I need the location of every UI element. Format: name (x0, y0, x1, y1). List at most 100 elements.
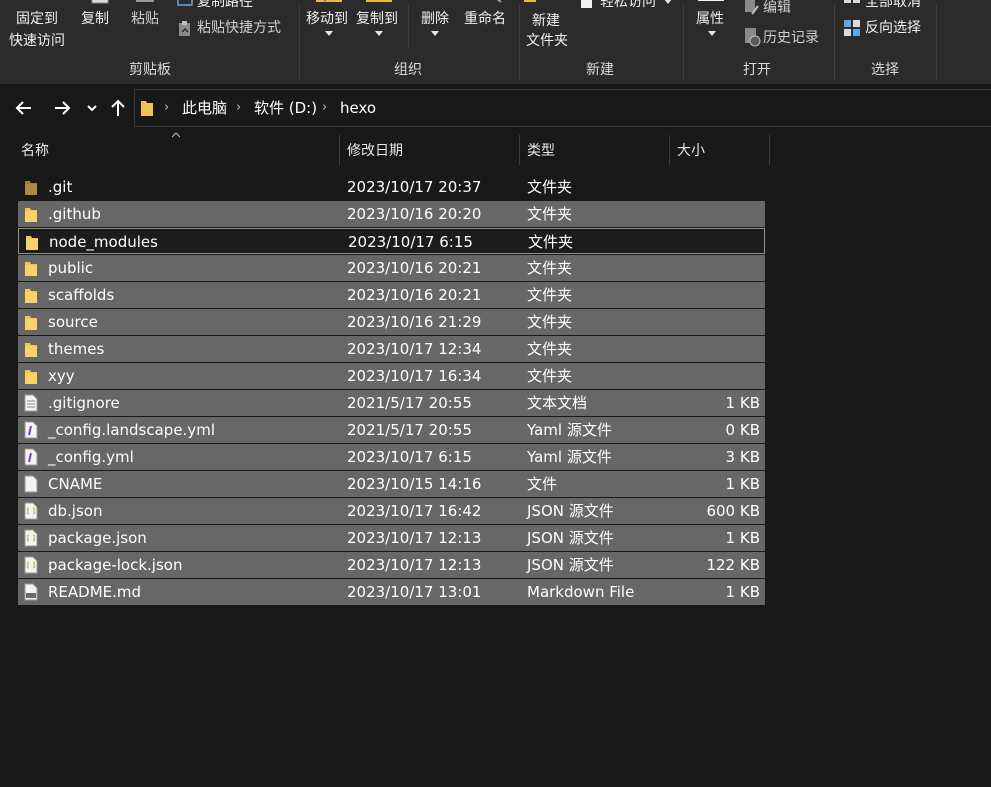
file-name: source (48, 313, 98, 331)
file-type: JSON 源文件 (527, 556, 614, 574)
text-file-icon (23, 394, 39, 412)
column-divider[interactable] (669, 135, 670, 165)
file-row[interactable]: scaffolds 2023/10/16 20:21 文件夹 (18, 282, 765, 308)
file-date: 2023/10/16 20:21 (347, 286, 482, 304)
delete-chevron-down-icon[interactable] (431, 31, 439, 36)
file-row[interactable]: README.md 2023/10/17 13:01 Markdown File 1 … (18, 579, 765, 605)
delete-button[interactable]: 删除 (421, 8, 449, 30)
file-name: themes (48, 340, 105, 358)
file-row[interactable]: _config.landscape.yml 2021/5/17 20:55 Yaml… (18, 417, 765, 443)
properties-chevron-down-icon[interactable] (708, 31, 716, 36)
paste-icon (134, 0, 158, 4)
back-button[interactable] (12, 94, 36, 122)
file-type: 文件夹 (527, 178, 573, 196)
copy-to-button[interactable]: 复制到 (356, 8, 398, 30)
file-type: JSON 源文件 (527, 502, 614, 520)
edit-button[interactable]: 编辑 (763, 0, 791, 19)
breadcrumb-drive-d[interactable]: 软件 (D:) (254, 98, 317, 118)
column-divider[interactable] (339, 135, 340, 165)
file-row[interactable]: CNAME 2023/10/15 14:16 文件 1 KB (18, 471, 765, 497)
forward-button[interactable] (50, 94, 74, 122)
file-name: scaffolds (48, 286, 115, 304)
json-file-icon (23, 502, 39, 520)
invert-selection-button[interactable]: 反向选择 (865, 17, 921, 39)
properties-button[interactable]: 属性 (696, 8, 724, 30)
new-group-label: 新建 (586, 62, 614, 78)
file-row[interactable]: .git 2023/10/17 20:37 文件夹 (18, 174, 765, 200)
folder-icon (23, 340, 39, 358)
file-row[interactable]: public 2023/10/16 20:21 文件夹 (18, 255, 765, 281)
history-button[interactable]: 历史记录 (763, 27, 819, 49)
recent-locations-button[interactable] (82, 94, 102, 122)
arrow-left-icon (15, 101, 31, 115)
file-row[interactable]: .github 2023/10/16 20:20 文件夹 (18, 201, 765, 227)
select-none-button[interactable]: 全部取消 (865, 0, 921, 13)
column-header-date[interactable]: 修改日期 (347, 141, 403, 161)
edit-icon (743, 0, 759, 16)
copy-icon (90, 0, 112, 4)
easy-access-icon (580, 0, 594, 10)
rename-button[interactable]: 重命名 (464, 8, 506, 30)
file-date: 2023/10/16 20:21 (347, 259, 482, 277)
easy-access-chevron-down-icon[interactable] (664, 0, 672, 4)
column-divider[interactable] (769, 135, 770, 165)
file-row[interactable]: db.json 2023/10/17 16:42 JSON 源文件 600 KB (18, 498, 765, 524)
file-row[interactable]: node_modules 2023/10/17 6:15 文件夹 (18, 228, 765, 254)
copy-to-chevron-down-icon[interactable] (375, 31, 383, 36)
file-row[interactable]: .gitignore 2021/5/17 20:55 文本文档 1 KB (18, 390, 765, 416)
move-to-button[interactable]: 移动到 (306, 8, 348, 30)
new-folder-button-line2[interactable]: 文件夹 (526, 30, 568, 52)
file-row[interactable]: _config.yml 2023/10/17 6:15 Yaml 源文件 3 KB (18, 444, 765, 470)
file-row[interactable]: package-lock.json 2023/10/17 12:13 JSON 源文… (18, 552, 765, 578)
paste-button[interactable]: 粘贴 (131, 8, 159, 30)
yaml-file-icon (23, 448, 39, 466)
move-to-chevron-down-icon[interactable] (325, 31, 333, 36)
history-icon (743, 27, 761, 47)
group-divider (408, 4, 409, 49)
column-header-type[interactable]: 类型 (527, 141, 555, 161)
pin-to-quick-access-button[interactable]: 固定到 (16, 8, 58, 30)
column-header-size[interactable]: 大小 (677, 141, 705, 161)
json-file-icon (23, 556, 39, 574)
column-divider[interactable] (519, 135, 520, 165)
file-type: JSON 源文件 (527, 529, 614, 547)
pin-to-quick-access-button-line2[interactable]: 快速访问 (9, 30, 65, 52)
file-name: .github (48, 205, 101, 223)
file-size: 122 KB (706, 556, 760, 574)
copy-path-button[interactable]: 复制路径 (197, 0, 253, 13)
breadcrumb-this-pc[interactable]: 此电脑 (182, 98, 227, 118)
file-date: 2023/10/17 20:37 (347, 178, 482, 196)
file-name: .git (48, 178, 73, 196)
folder-icon (23, 367, 39, 385)
file-row[interactable]: source 2023/10/16 21:29 文件夹 (18, 309, 765, 335)
file-type: 文件夹 (527, 313, 573, 331)
column-header-name[interactable]: 名称 (21, 141, 49, 161)
new-folder-button[interactable]: 新建 (532, 10, 560, 32)
folder-icon (24, 233, 40, 251)
file-name: package-lock.json (48, 556, 183, 574)
invert-selection-icon (844, 20, 862, 38)
file-row[interactable]: xyy 2023/10/17 16:34 文件夹 (18, 363, 765, 389)
properties-icon (698, 0, 726, 4)
easy-access-button[interactable]: 轻松访问 (600, 0, 656, 13)
folder-dim-icon (23, 178, 39, 196)
pin-label-line2: 快速访问 (9, 33, 65, 49)
file-date: 2023/10/16 21:29 (347, 313, 482, 331)
paste-shortcut-button[interactable]: 粘贴快捷方式 (197, 17, 281, 39)
arrow-right-icon (55, 101, 71, 115)
clipboard-group-label: 剪贴板 (129, 62, 171, 78)
file-type: Markdown File (527, 583, 635, 601)
folder-icon (23, 313, 39, 331)
file-row[interactable]: themes 2023/10/17 12:34 文件夹 (18, 336, 765, 362)
up-button[interactable] (106, 94, 130, 122)
file-date: 2023/10/17 13:01 (347, 583, 482, 601)
copy-button[interactable]: 复制 (81, 8, 109, 30)
breadcrumb-chevron-icon: › (322, 100, 328, 115)
file-size: 0 KB (725, 421, 760, 439)
file-row[interactable]: package.json 2023/10/17 12:13 JSON 源文件 1 KB (18, 525, 765, 551)
file-date: 2023/10/17 12:34 (347, 340, 482, 358)
breadcrumb-hexo[interactable]: hexo (340, 98, 376, 118)
file-type: 文本文档 (527, 394, 588, 412)
file-date: 2023/10/17 6:15 (348, 233, 473, 251)
file-date: 2023/10/16 20:20 (347, 205, 482, 223)
